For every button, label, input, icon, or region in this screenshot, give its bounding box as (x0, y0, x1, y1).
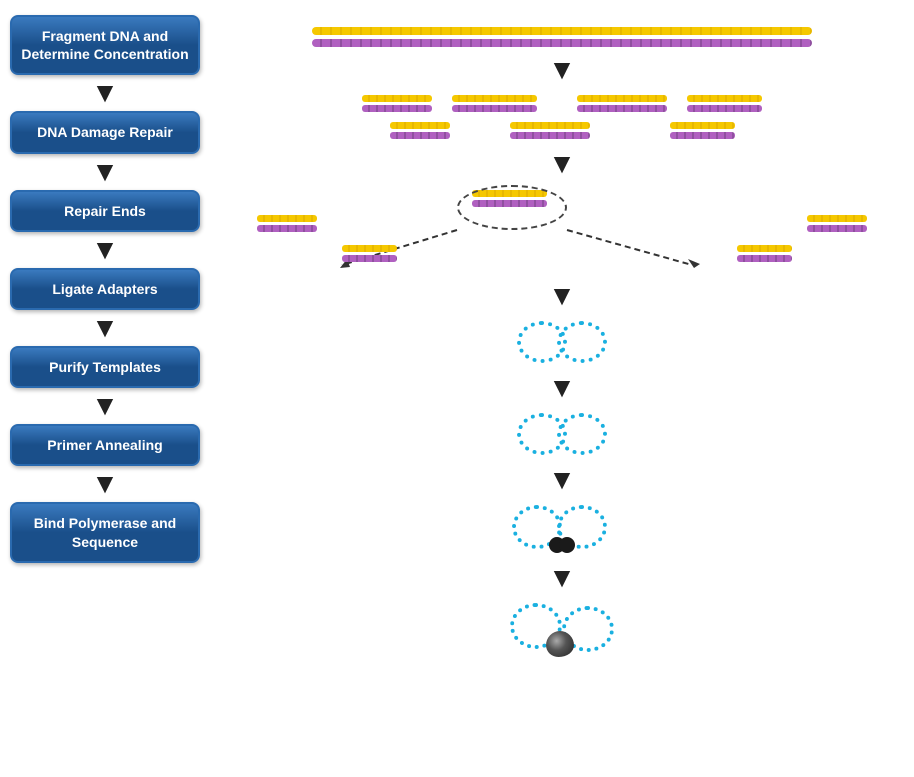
steps-column: Fragment DNA and Determine Concentration… (5, 10, 205, 767)
step-6-label: Primer Annealing (47, 437, 162, 453)
diagrams-column: ▼ (205, 10, 904, 767)
step-1-box: Fragment DNA and Determine Concentration (10, 15, 200, 75)
diag-arrow-2: ▼ (548, 148, 576, 180)
step6-diagram (512, 499, 612, 559)
arrow-5: ▼ (91, 392, 119, 420)
step4-diagram (517, 315, 607, 369)
diag-arrow-3: ▼ (548, 280, 576, 312)
diag-arrow-4: ▼ (548, 372, 576, 404)
diag-arrow-6: ▼ (548, 562, 576, 594)
arrow-6: ▼ (91, 470, 119, 498)
step-7-box: Bind Polymerase and Sequence (10, 502, 200, 562)
step-6-box: Primer Annealing (10, 424, 200, 466)
step-1-label: Fragment DNA and Determine Concentration (21, 28, 188, 62)
step5-diagram (517, 407, 607, 461)
step-2-label: DNA Damage Repair (37, 124, 173, 140)
step-5-label: Purify Templates (49, 359, 161, 375)
main-container: Fragment DNA and Determine Concentration… (0, 0, 914, 777)
step7-diagram (510, 597, 614, 661)
step-3-label: Repair Ends (64, 203, 146, 219)
arrow-1: ▼ (91, 79, 119, 107)
arrow-3: ▼ (91, 236, 119, 264)
step-3-box: Repair Ends (10, 190, 200, 232)
step2-diagram (252, 89, 872, 145)
step1-diagram (220, 15, 904, 51)
step-7-label: Bind Polymerase and Sequence (34, 515, 176, 549)
step-4-label: Ligate Adapters (52, 281, 157, 297)
step-5-box: Purify Templates (10, 346, 200, 388)
arrow-4: ▼ (91, 314, 119, 342)
step-4-box: Ligate Adapters (10, 268, 200, 310)
step-2-box: DNA Damage Repair (10, 111, 200, 153)
arrow-2: ▼ (91, 158, 119, 186)
step3-diagram (252, 185, 872, 275)
diag-arrow-5: ▼ (548, 464, 576, 496)
diag-arrow-1: ▼ (548, 54, 576, 86)
